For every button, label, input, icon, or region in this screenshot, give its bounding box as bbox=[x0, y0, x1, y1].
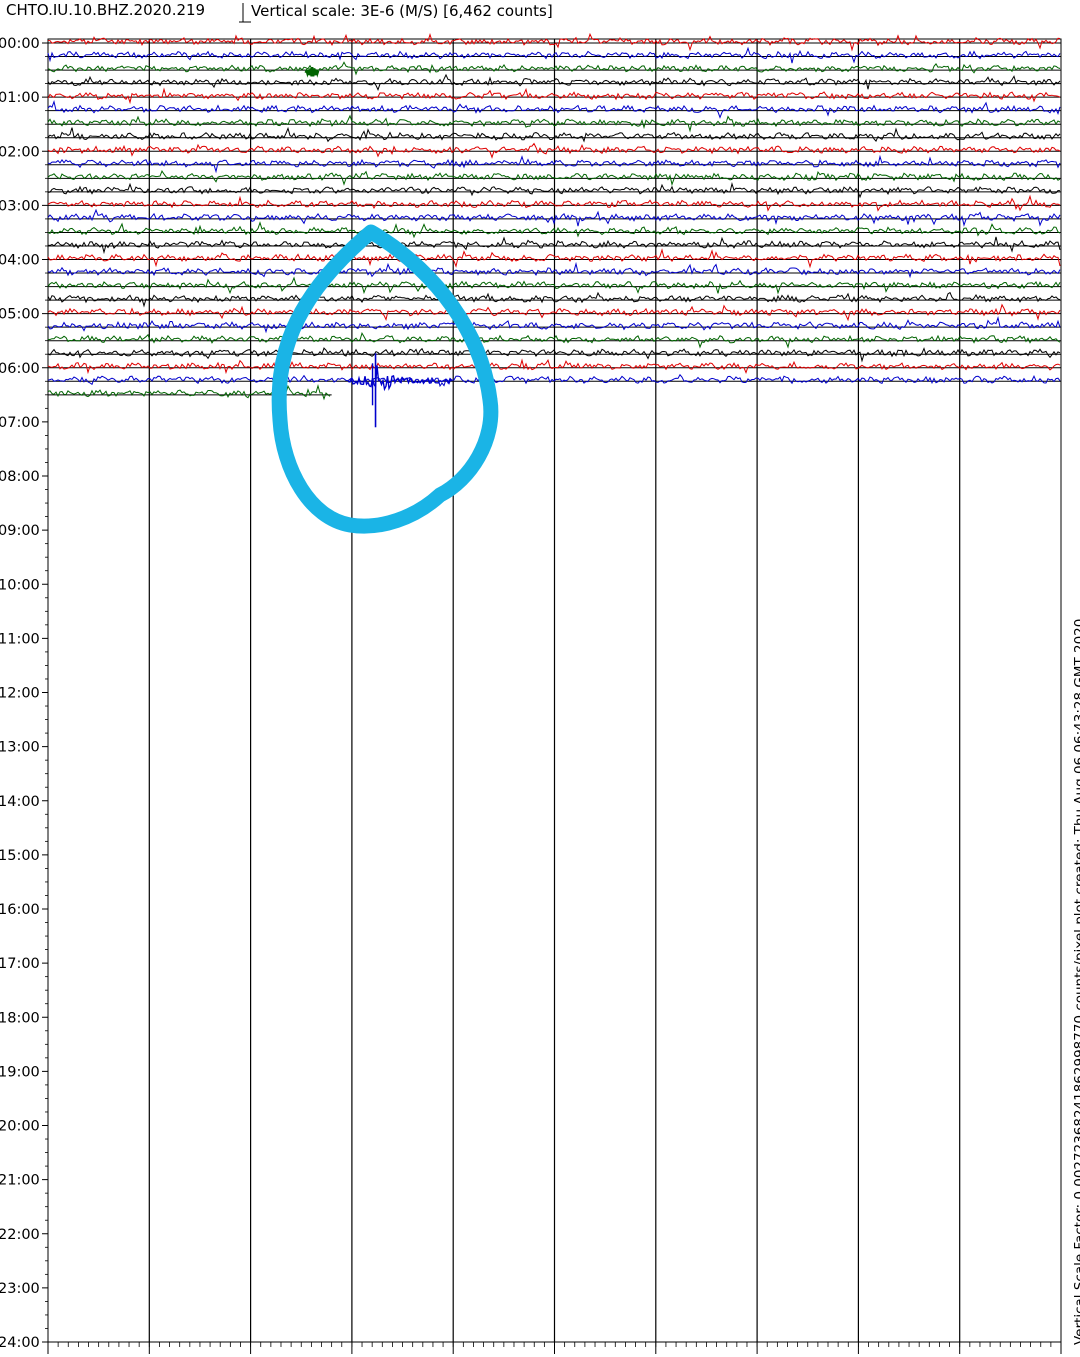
hour-label: 20:00 bbox=[0, 1119, 40, 1135]
trace-green bbox=[47, 383, 331, 401]
hour-label: 09:00 bbox=[0, 523, 40, 539]
hour-label: 02:00 bbox=[0, 144, 40, 160]
hour-label: 10:00 bbox=[0, 577, 40, 593]
hour-label: 17:00 bbox=[0, 956, 40, 972]
hour-label: 14:00 bbox=[0, 794, 40, 810]
hour-label: 03:00 bbox=[0, 198, 40, 214]
hour-label: 07:00 bbox=[0, 415, 40, 431]
hour-label: 12:00 bbox=[0, 686, 40, 702]
hour-label: 06:00 bbox=[0, 361, 40, 377]
hour-label: 15:00 bbox=[0, 848, 40, 864]
hour-labels: 00:00 01:00 02:00 03:00 04:00 05:00 06:00 07:00… bbox=[0, 36, 48, 1351]
hour-label: 08:00 bbox=[0, 469, 40, 485]
hour-label: 18:00 bbox=[0, 1010, 40, 1026]
hour-label: 22:00 bbox=[0, 1227, 40, 1243]
plot-info-note: Vertical Scale Factor: 0.002723682418629… bbox=[1072, 618, 1080, 1345]
hour-label: 05:00 bbox=[0, 307, 40, 323]
hour-label: 24:00 bbox=[0, 1335, 40, 1351]
hour-label: 01:00 bbox=[0, 90, 40, 106]
hour-label: 00:00 bbox=[0, 36, 40, 52]
hour-label: 19:00 bbox=[0, 1064, 40, 1080]
hour-label: 16:00 bbox=[0, 902, 40, 918]
hour-label: 04:00 bbox=[0, 253, 40, 269]
hour-label: 23:00 bbox=[0, 1281, 40, 1297]
hour-label: 13:00 bbox=[0, 740, 40, 756]
hour-label: 21:00 bbox=[0, 1173, 40, 1189]
helicorder-plot: 00:00 01:00 02:00 03:00 04:00 05:00 06:00 07:00… bbox=[0, 32, 1062, 1354]
hour-label: 11:00 bbox=[0, 631, 40, 647]
plot-grid bbox=[47, 38, 1062, 1354]
